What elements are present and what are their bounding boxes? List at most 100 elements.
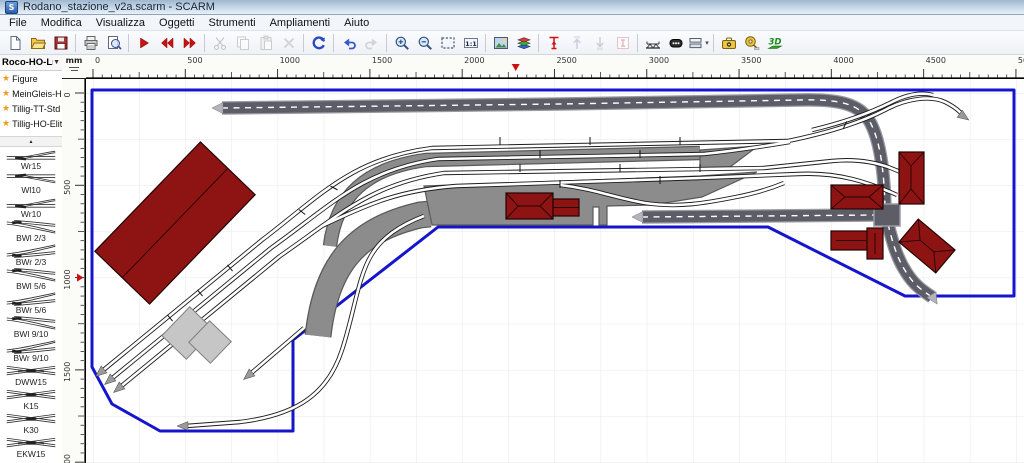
ruler-unit-label: mm	[66, 56, 83, 65]
town-building-horizontal	[831, 185, 883, 209]
delete-icon	[284, 38, 293, 47]
track-part-bwr-5-6[interactable]: BWr 5/6	[0, 291, 62, 315]
track-part-bwl-5-6[interactable]: BWl 5/6	[0, 267, 62, 291]
previous-track-button[interactable]	[155, 31, 178, 54]
menu-visualizza[interactable]: Visualizza	[89, 15, 152, 31]
svg-text:500: 500	[187, 56, 202, 65]
curved-right-icon	[7, 293, 56, 306]
previous-track-icon	[161, 38, 173, 48]
toolbar-separator	[75, 34, 76, 52]
ruler-divider-icon	[71, 70, 78, 71]
library-item-figure[interactable]: ★Figure	[0, 71, 62, 86]
first-track-icon	[140, 38, 148, 48]
bridges-button[interactable]	[641, 31, 664, 54]
track-part-k30[interactable]: K30	[0, 411, 62, 435]
copy-icon	[237, 37, 248, 50]
save-file-icon	[55, 37, 67, 49]
zoom-out-button[interactable]	[413, 31, 436, 54]
baseline-button[interactable]	[542, 31, 565, 54]
height-info-button	[611, 31, 634, 54]
next-track-button[interactable]	[178, 31, 201, 54]
track-part-wr10[interactable]: Wr10	[0, 195, 62, 219]
track-part-dww15[interactable]: DWW15	[0, 363, 62, 387]
view-3d-button[interactable]: 3D	[763, 31, 786, 54]
track-part-label: DWW15	[15, 378, 47, 387]
undo-button[interactable]	[337, 31, 360, 54]
cut-button	[208, 31, 231, 54]
scroll-up-button[interactable]: ▲	[0, 136, 62, 147]
track-part-k15[interactable]: K15	[0, 387, 62, 411]
rotate-button[interactable]	[307, 31, 330, 54]
delete-button	[277, 31, 300, 54]
zoom-fit-button[interactable]	[436, 31, 459, 54]
measure-icon	[745, 36, 758, 49]
zoom-in-button[interactable]	[390, 31, 413, 54]
menu-ampliamenti[interactable]: Ampliamenti	[263, 15, 338, 31]
track-part-bwr-2-3[interactable]: BWr 2/3	[0, 243, 62, 267]
track-part-bwl-2-3[interactable]: BWl 2/3	[0, 219, 62, 243]
track-part-wr15[interactable]: Wr15	[0, 147, 62, 171]
svg-text:1:1: 1:1	[465, 39, 477, 47]
layers-button[interactable]	[512, 31, 535, 54]
menu-oggetti[interactable]: Oggetti	[152, 15, 201, 31]
open-file-button[interactable]	[26, 31, 49, 54]
print-icon	[85, 36, 97, 49]
paste-icon	[261, 36, 272, 50]
library-item-label: Figure	[12, 74, 38, 84]
menu-strumenti[interactable]: Strumenti	[202, 15, 263, 31]
track-part-label: Wl10	[21, 186, 40, 195]
menu-bar: FileModificaVisualizzaOggettiStrumentiAm…	[0, 15, 1024, 31]
menu-modifica[interactable]: Modifica	[34, 15, 89, 31]
track-style-button[interactable]: ▾	[687, 31, 710, 54]
svg-text:4500: 4500	[926, 56, 946, 65]
library-list: ★Figure★MeinGleis-HO-7★Tillig-TT-Std★Til…	[0, 71, 62, 131]
first-track-button[interactable]	[132, 31, 155, 54]
measure-button[interactable]	[740, 31, 763, 54]
track-part-label: K15	[23, 402, 38, 411]
track-part-label: BWr 9/10	[13, 354, 48, 363]
menu-aiuto[interactable]: Aiuto	[337, 15, 376, 31]
app-icon: S	[5, 1, 18, 14]
track-part-bwr-9-10[interactable]: BWr 9/10	[0, 339, 62, 363]
print-preview-button[interactable]	[102, 31, 125, 54]
turnout-left-icon	[7, 174, 56, 183]
star-icon: ★	[2, 103, 10, 114]
library-combobox[interactable]: Roco-HO-Ln ▼	[0, 55, 62, 71]
track-plan-canvas[interactable]	[86, 79, 1024, 463]
track-part-wl10[interactable]: Wl10	[0, 171, 62, 195]
toolbar-separator	[204, 34, 205, 52]
title-bar[interactable]: S Rodano_stazione_v2a.scarm - SCARM	[0, 0, 1024, 15]
library-item-meingleis-ho-7[interactable]: ★MeinGleis-HO-7	[0, 86, 62, 101]
svg-text:0: 0	[95, 56, 100, 65]
print-button[interactable]	[79, 31, 102, 54]
zoom-out-icon	[419, 37, 431, 49]
star-icon: ★	[2, 73, 10, 84]
track-part-label: EKW15	[17, 450, 46, 459]
ruler-units-box[interactable]: mm	[62, 55, 86, 79]
height-down-button	[588, 31, 611, 54]
buildings-button[interactable]	[664, 31, 687, 54]
track-part-label: Wr15	[21, 162, 41, 171]
library-item-tillig-tt-std[interactable]: ★Tillig-TT-Std	[0, 101, 62, 116]
window-title: Rodano_stazione_v2a.scarm - SCARM	[23, 0, 215, 15]
background-image-button[interactable]	[489, 31, 512, 54]
svg-text:3500: 3500	[741, 56, 761, 65]
cursor-x-marker	[512, 64, 520, 71]
library-item-tillig-ho-elite[interactable]: ★Tillig-HO-Elite	[0, 116, 62, 131]
svg-text:4000: 4000	[833, 56, 853, 65]
track-part-bwl-9-10[interactable]: BWl 9/10	[0, 315, 62, 339]
toolbox-button[interactable]	[717, 31, 740, 54]
new-file-button[interactable]	[3, 31, 26, 54]
toolbar: 1:1 ▾ 3D	[0, 31, 1024, 55]
track-part-ekw15[interactable]: EKW15	[0, 435, 62, 459]
zoom-actual-button[interactable]: 1:1	[459, 31, 482, 54]
menu-file[interactable]: File	[2, 15, 34, 31]
zoom-in-icon	[396, 37, 408, 49]
library-item-label: Tillig-HO-Elite	[12, 119, 62, 129]
track-part-label: BWr 5/6	[16, 306, 47, 315]
toolbar-separator	[386, 34, 387, 52]
height-down-icon	[596, 37, 602, 50]
track-part-partial[interactable]	[0, 459, 62, 463]
save-file-button[interactable]	[49, 31, 72, 54]
svg-text:1500: 1500	[372, 56, 392, 65]
